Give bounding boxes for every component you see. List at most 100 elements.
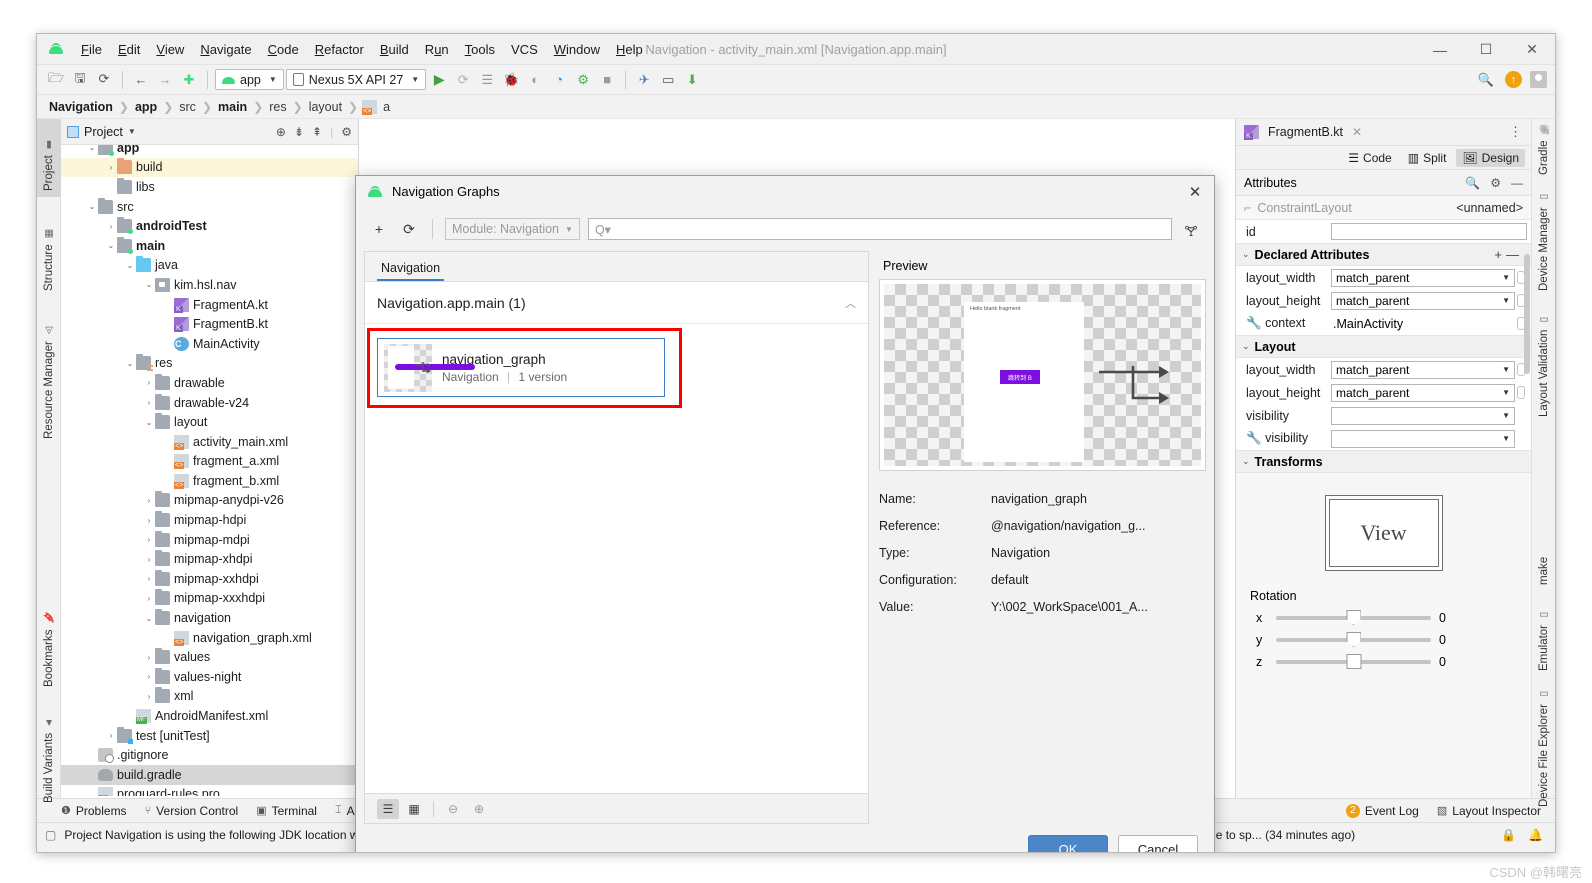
tree-toggle-icon[interactable]: ›	[105, 731, 117, 740]
id-input[interactable]	[1331, 223, 1527, 240]
search-icon-attributes[interactable]: 🔍	[1465, 176, 1480, 190]
tree-node-build-gradle[interactable]: build.gradle	[61, 765, 358, 785]
kebab-icon[interactable]: ⋮	[1509, 124, 1523, 140]
visibility-select[interactable]: ▼	[1331, 406, 1515, 425]
expand-all-icon[interactable]: ⇟	[294, 125, 304, 139]
tool-window-terminal[interactable]: ▣ Terminal	[256, 804, 317, 818]
layout-width-select-2[interactable]: match_parent ▼	[1331, 360, 1515, 379]
lock-icon[interactable]: 🔒	[1501, 828, 1516, 842]
grid-view-icon[interactable]: ▦	[403, 799, 425, 819]
rotation-y-slider[interactable]	[1276, 632, 1431, 647]
remove-attribute-icon[interactable]: —	[1506, 247, 1523, 262]
tree-node-activity-main-xml[interactable]: activity_main.xml	[61, 432, 358, 452]
stop-icon[interactable]: ■	[596, 69, 618, 91]
sidebar-item-emulator[interactable]: Emulator ▭	[1532, 597, 1555, 677]
tree-node-java[interactable]: ⌄ java	[61, 256, 358, 276]
breadcrumb-item-6[interactable]: a	[381, 100, 392, 114]
sidebar-item-bookmarks[interactable]: Bookmarks 🔖	[37, 593, 61, 693]
tree-node-mipmap-anydpi-v26[interactable]: › mipmap-anydpi-v26	[61, 491, 358, 511]
tree-node-layout[interactable]: ⌄ layout	[61, 412, 358, 432]
section-transforms[interactable]: ⌄ Transforms	[1236, 450, 1531, 473]
tool-window-version-control[interactable]: ⑂ Version Control	[145, 804, 239, 818]
debug-icon[interactable]: 🐞	[500, 69, 522, 91]
tree-toggle-icon[interactable]: ⌄	[86, 202, 98, 211]
tree-node-mainactivity[interactable]: MainActivity	[61, 334, 358, 354]
open-folder-icon[interactable]: 🗁	[45, 69, 67, 91]
attributes-scrollbar[interactable]	[1524, 254, 1530, 374]
tab-design[interactable]: 🖼 Design	[1456, 148, 1525, 167]
context-value[interactable]: .MainActivity	[1331, 317, 1517, 331]
avd-manager-icon[interactable]: ▭	[657, 69, 679, 91]
sidebar-item-structure[interactable]: Structure ▦	[37, 205, 61, 297]
constraint-pill-lh2[interactable]	[1517, 386, 1525, 399]
menu-edit[interactable]: Edit	[110, 39, 148, 60]
tree-node-mipmap-xxxhdpi[interactable]: › mipmap-xxxhdpi	[61, 589, 358, 609]
file-tab-fragmentb[interactable]: FragmentB.kt ✕	[1244, 125, 1362, 140]
tree-node-build[interactable]: › build	[61, 157, 358, 178]
cancel-button[interactable]: Cancel	[1118, 835, 1198, 852]
tab-split[interactable]: ▥ Split	[1402, 149, 1453, 167]
tree-node-mipmap-xxhdpi[interactable]: › mipmap-xxhdpi	[61, 569, 358, 589]
tree-toggle-icon[interactable]: ›	[143, 555, 155, 564]
back-icon[interactable]: ←	[130, 69, 152, 91]
breadcrumb-item-1[interactable]: app	[133, 100, 159, 114]
dialog-close-button[interactable]: ✕	[1176, 176, 1214, 207]
tree-node-drawable[interactable]: › drawable	[61, 373, 358, 393]
tree-toggle-icon[interactable]: ›	[143, 516, 155, 525]
menu-navigate[interactable]: Navigate	[192, 39, 259, 60]
tree-toggle-icon[interactable]: ⌄	[124, 359, 136, 368]
slider-thumb-x[interactable]	[1346, 610, 1361, 625]
tool-window-event-log[interactable]: 2 Event Log	[1345, 803, 1419, 818]
module-filter-combo[interactable]: Module: Navigation ▼	[445, 218, 580, 240]
zoom-in-icon[interactable]: ⊕	[468, 799, 490, 819]
breadcrumb-item-2[interactable]: src	[177, 100, 198, 114]
tree-node-values-night[interactable]: › values-night	[61, 667, 358, 687]
chevron-down-icon-project[interactable]: ▼	[128, 127, 136, 136]
tree-node-fragment-b-xml[interactable]: fragment_b.xml	[61, 471, 358, 491]
close-button[interactable]: ✕	[1509, 34, 1555, 65]
tree-node-fragmenta-kt[interactable]: FragmentA.kt	[61, 295, 358, 315]
gear-icon[interactable]: ⚙	[341, 125, 352, 139]
section-layout[interactable]: ⌄ Layout	[1236, 335, 1531, 358]
build-hammer-icon[interactable]: ✚	[178, 69, 200, 91]
menu-view[interactable]: View	[148, 39, 192, 60]
tree-toggle-icon[interactable]: ⌄	[124, 261, 136, 270]
tree-toggle-icon[interactable]: ›	[105, 163, 117, 172]
tree-node-mipmap-hdpi[interactable]: › mipmap-hdpi	[61, 510, 358, 530]
tree-toggle-icon[interactable]: ›	[143, 398, 155, 407]
tree-toggle-icon[interactable]: ⌄	[86, 145, 98, 152]
add-attribute-icon[interactable]: +	[1494, 247, 1506, 262]
sidebar-item-resource-manager[interactable]: Resource Manager ◬	[37, 305, 61, 445]
zoom-out-icon[interactable]: ⊖	[442, 799, 464, 819]
tree-node-fragmentb-kt[interactable]: FragmentB.kt	[61, 314, 358, 334]
layout-width-select[interactable]: match_parent ▼	[1331, 268, 1515, 287]
maximize-button[interactable]: ☐	[1463, 34, 1509, 65]
tree-toggle-icon[interactable]: ›	[143, 535, 155, 544]
tree-node-androidtest[interactable]: › androidTest	[61, 216, 358, 236]
sidebar-item-make[interactable]: make	[1532, 537, 1555, 591]
tree-toggle-icon[interactable]: ›	[143, 692, 155, 701]
tree-toggle-icon[interactable]: ›	[143, 496, 155, 505]
sidebar-item-device-file-explorer[interactable]: Device File Explorer ▭	[1532, 683, 1555, 813]
avatar[interactable]	[1530, 71, 1547, 88]
tree-toggle-icon[interactable]: ›	[143, 672, 155, 681]
tree-toggle-icon[interactable]: ⌄	[143, 280, 155, 289]
layout-height-select[interactable]: match_parent ▼	[1331, 291, 1515, 310]
tab-navigation[interactable]: Navigation	[377, 261, 445, 281]
tab-code[interactable]: ☰ Code	[1342, 149, 1397, 167]
sidebar-item-project[interactable]: Project ▮	[37, 119, 61, 197]
tree-node-drawable-v24[interactable]: › drawable-v24	[61, 393, 358, 413]
refresh-button[interactable]: ⟳	[398, 218, 420, 240]
apply-changes-icon[interactable]: ⟳	[452, 69, 474, 91]
tree-node-androidmanifest-xml[interactable]: AndroidManifest.xml	[61, 706, 358, 726]
tree-node-app[interactable]: ⌄ app	[61, 145, 358, 158]
menu-vcs[interactable]: VCS	[503, 39, 546, 60]
run-icon[interactable]: ▶	[428, 69, 450, 91]
tree-node-xml[interactable]: › xml	[61, 687, 358, 707]
close-icon[interactable]: ✕	[1352, 125, 1362, 139]
visibility-tools-select[interactable]: ▼	[1331, 429, 1515, 448]
menu-code[interactable]: Code	[260, 39, 307, 60]
search-icon[interactable]: 🔍	[1475, 69, 1497, 91]
menu-window[interactable]: Window	[546, 39, 608, 60]
rotation-z-slider[interactable]	[1276, 654, 1431, 669]
